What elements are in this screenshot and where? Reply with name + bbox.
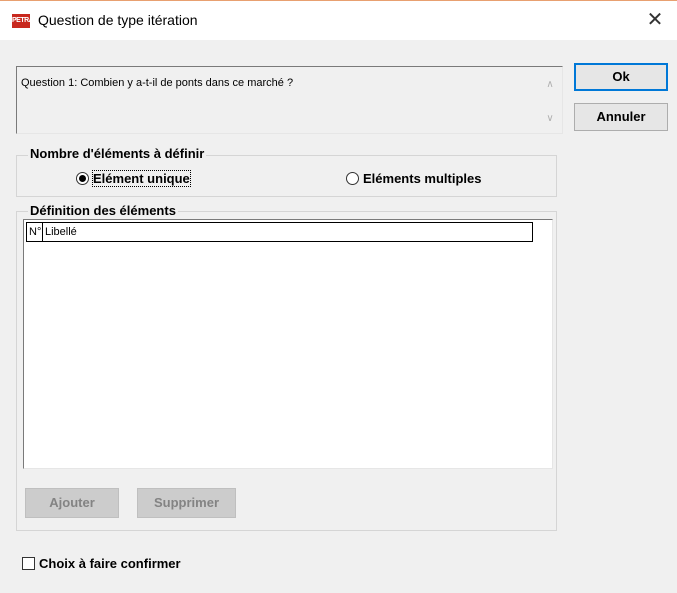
radio-selected-icon	[76, 172, 89, 185]
elements-list[interactable]: N° Libellé	[23, 219, 553, 469]
radio-unselected-icon	[346, 172, 359, 185]
app-icon: PETRA	[12, 14, 34, 28]
scroll-up-icon[interactable]: ∧	[544, 79, 556, 91]
column-number-header[interactable]: N°	[27, 223, 43, 241]
cancel-button[interactable]: Annuler	[574, 103, 668, 131]
scroll-down-icon[interactable]: ∨	[544, 113, 556, 125]
radio-single-element[interactable]: Elément unique	[76, 170, 191, 187]
add-button[interactable]: Ajouter	[25, 488, 119, 518]
close-icon[interactable]: ✕	[643, 8, 667, 32]
confirm-choice-label: Choix à faire confirmer	[39, 556, 181, 571]
definition-group-title: Définition des éléments	[28, 203, 178, 218]
delete-button[interactable]: Supprimer	[137, 488, 236, 518]
list-header: N° Libellé	[26, 222, 533, 242]
confirm-choice-checkbox[interactable]: Choix à faire confirmer	[22, 556, 181, 571]
column-label-header[interactable]: Libellé	[45, 223, 77, 241]
window-title: Question de type itération	[38, 12, 198, 28]
ok-button[interactable]: Ok	[574, 63, 668, 91]
count-group-title: Nombre d'éléments à définir	[28, 146, 207, 161]
question-textbox[interactable]: Question 1: Combien y a-t-il de ponts da…	[16, 66, 563, 134]
radio-multiple-elements[interactable]: Eléments multiples	[346, 171, 481, 186]
question-text: Question 1: Combien y a-t-il de ponts da…	[21, 77, 294, 89]
title-bar: PETRA Question de type itération ✕	[0, 0, 677, 40]
radio-multiple-label: Eléments multiples	[363, 171, 482, 186]
checkbox-icon	[22, 557, 35, 570]
radio-single-label: Elément unique	[92, 170, 191, 187]
